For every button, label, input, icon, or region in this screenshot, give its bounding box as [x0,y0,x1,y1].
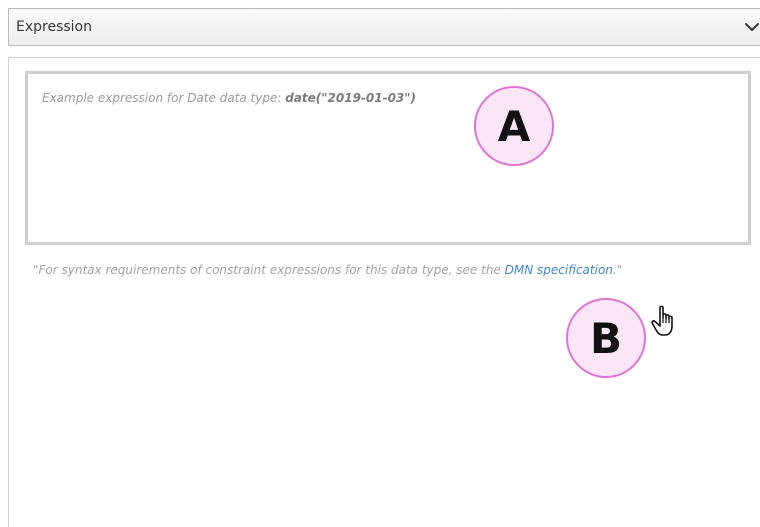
help-text-before: "For syntax requirements of constraint e… [33,263,505,277]
placeholder-prefix: Example expression for Date data type: [42,91,286,105]
expression-placeholder: Example expression for Date data type: d… [42,91,416,105]
syntax-help-text: "For syntax requirements of constraint e… [33,263,622,277]
help-text-after: ." [612,263,623,277]
hand-pointer-icon [651,305,673,336]
expression-section-dropdown[interactable]: Expression [8,8,760,46]
expression-section-title: Expression [16,19,92,35]
callout-a: A [474,86,554,166]
placeholder-example: date("2019-01-03") [285,91,417,105]
dmn-specification-link[interactable]: DMN specification [505,263,613,277]
callout-b: B [566,298,646,378]
chevron-down-icon[interactable] [744,20,760,34]
